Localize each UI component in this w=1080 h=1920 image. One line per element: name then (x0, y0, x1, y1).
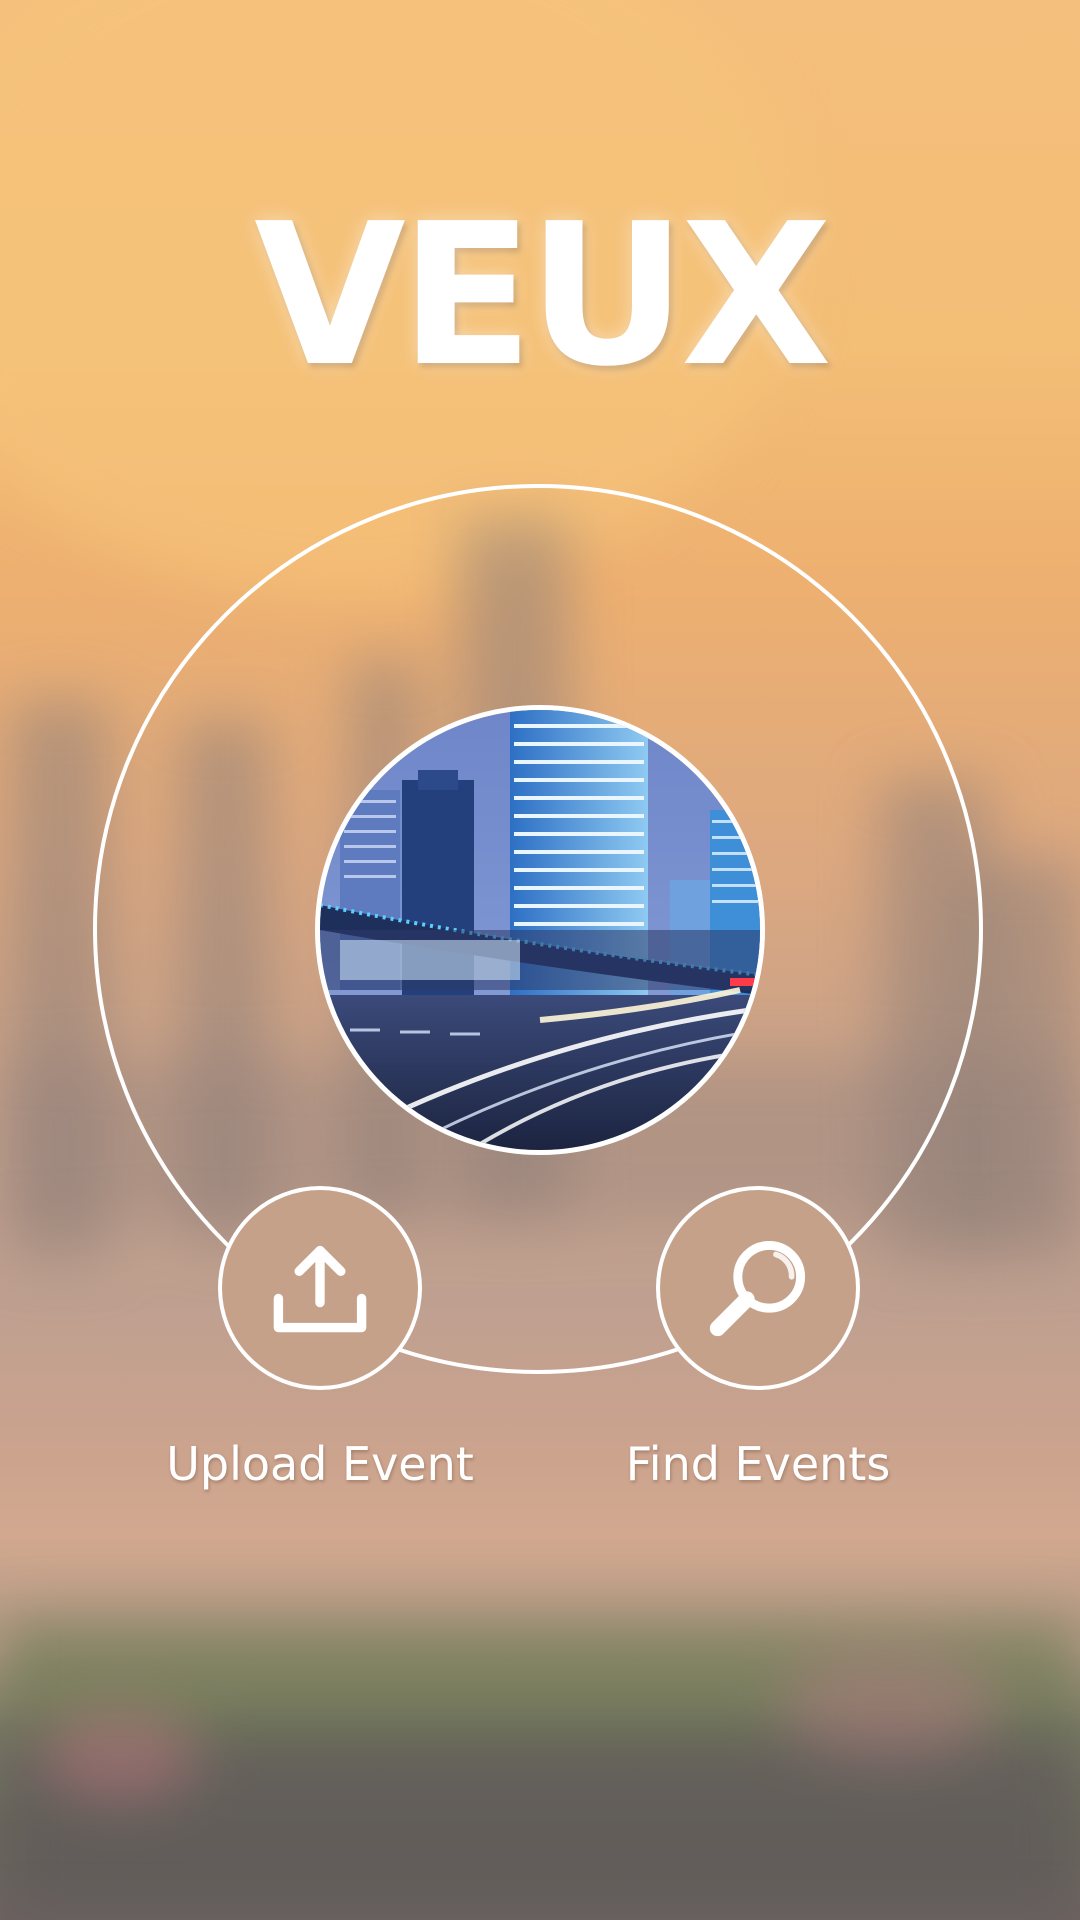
upload-event-label[interactable]: Upload Event (120, 1436, 520, 1492)
find-events-label[interactable]: Find Events (558, 1436, 958, 1492)
app-logo: VEUX (254, 182, 832, 410)
upload-icon (273, 1245, 367, 1333)
upload-event-button[interactable] (218, 1186, 422, 1390)
find-events-button[interactable] (656, 1186, 860, 1390)
home-screen: VEUX Upload Event Find Events (0, 0, 1080, 1920)
hero-image (315, 705, 765, 1155)
city-night-photo-icon (320, 710, 760, 1150)
search-icon (709, 1240, 806, 1337)
